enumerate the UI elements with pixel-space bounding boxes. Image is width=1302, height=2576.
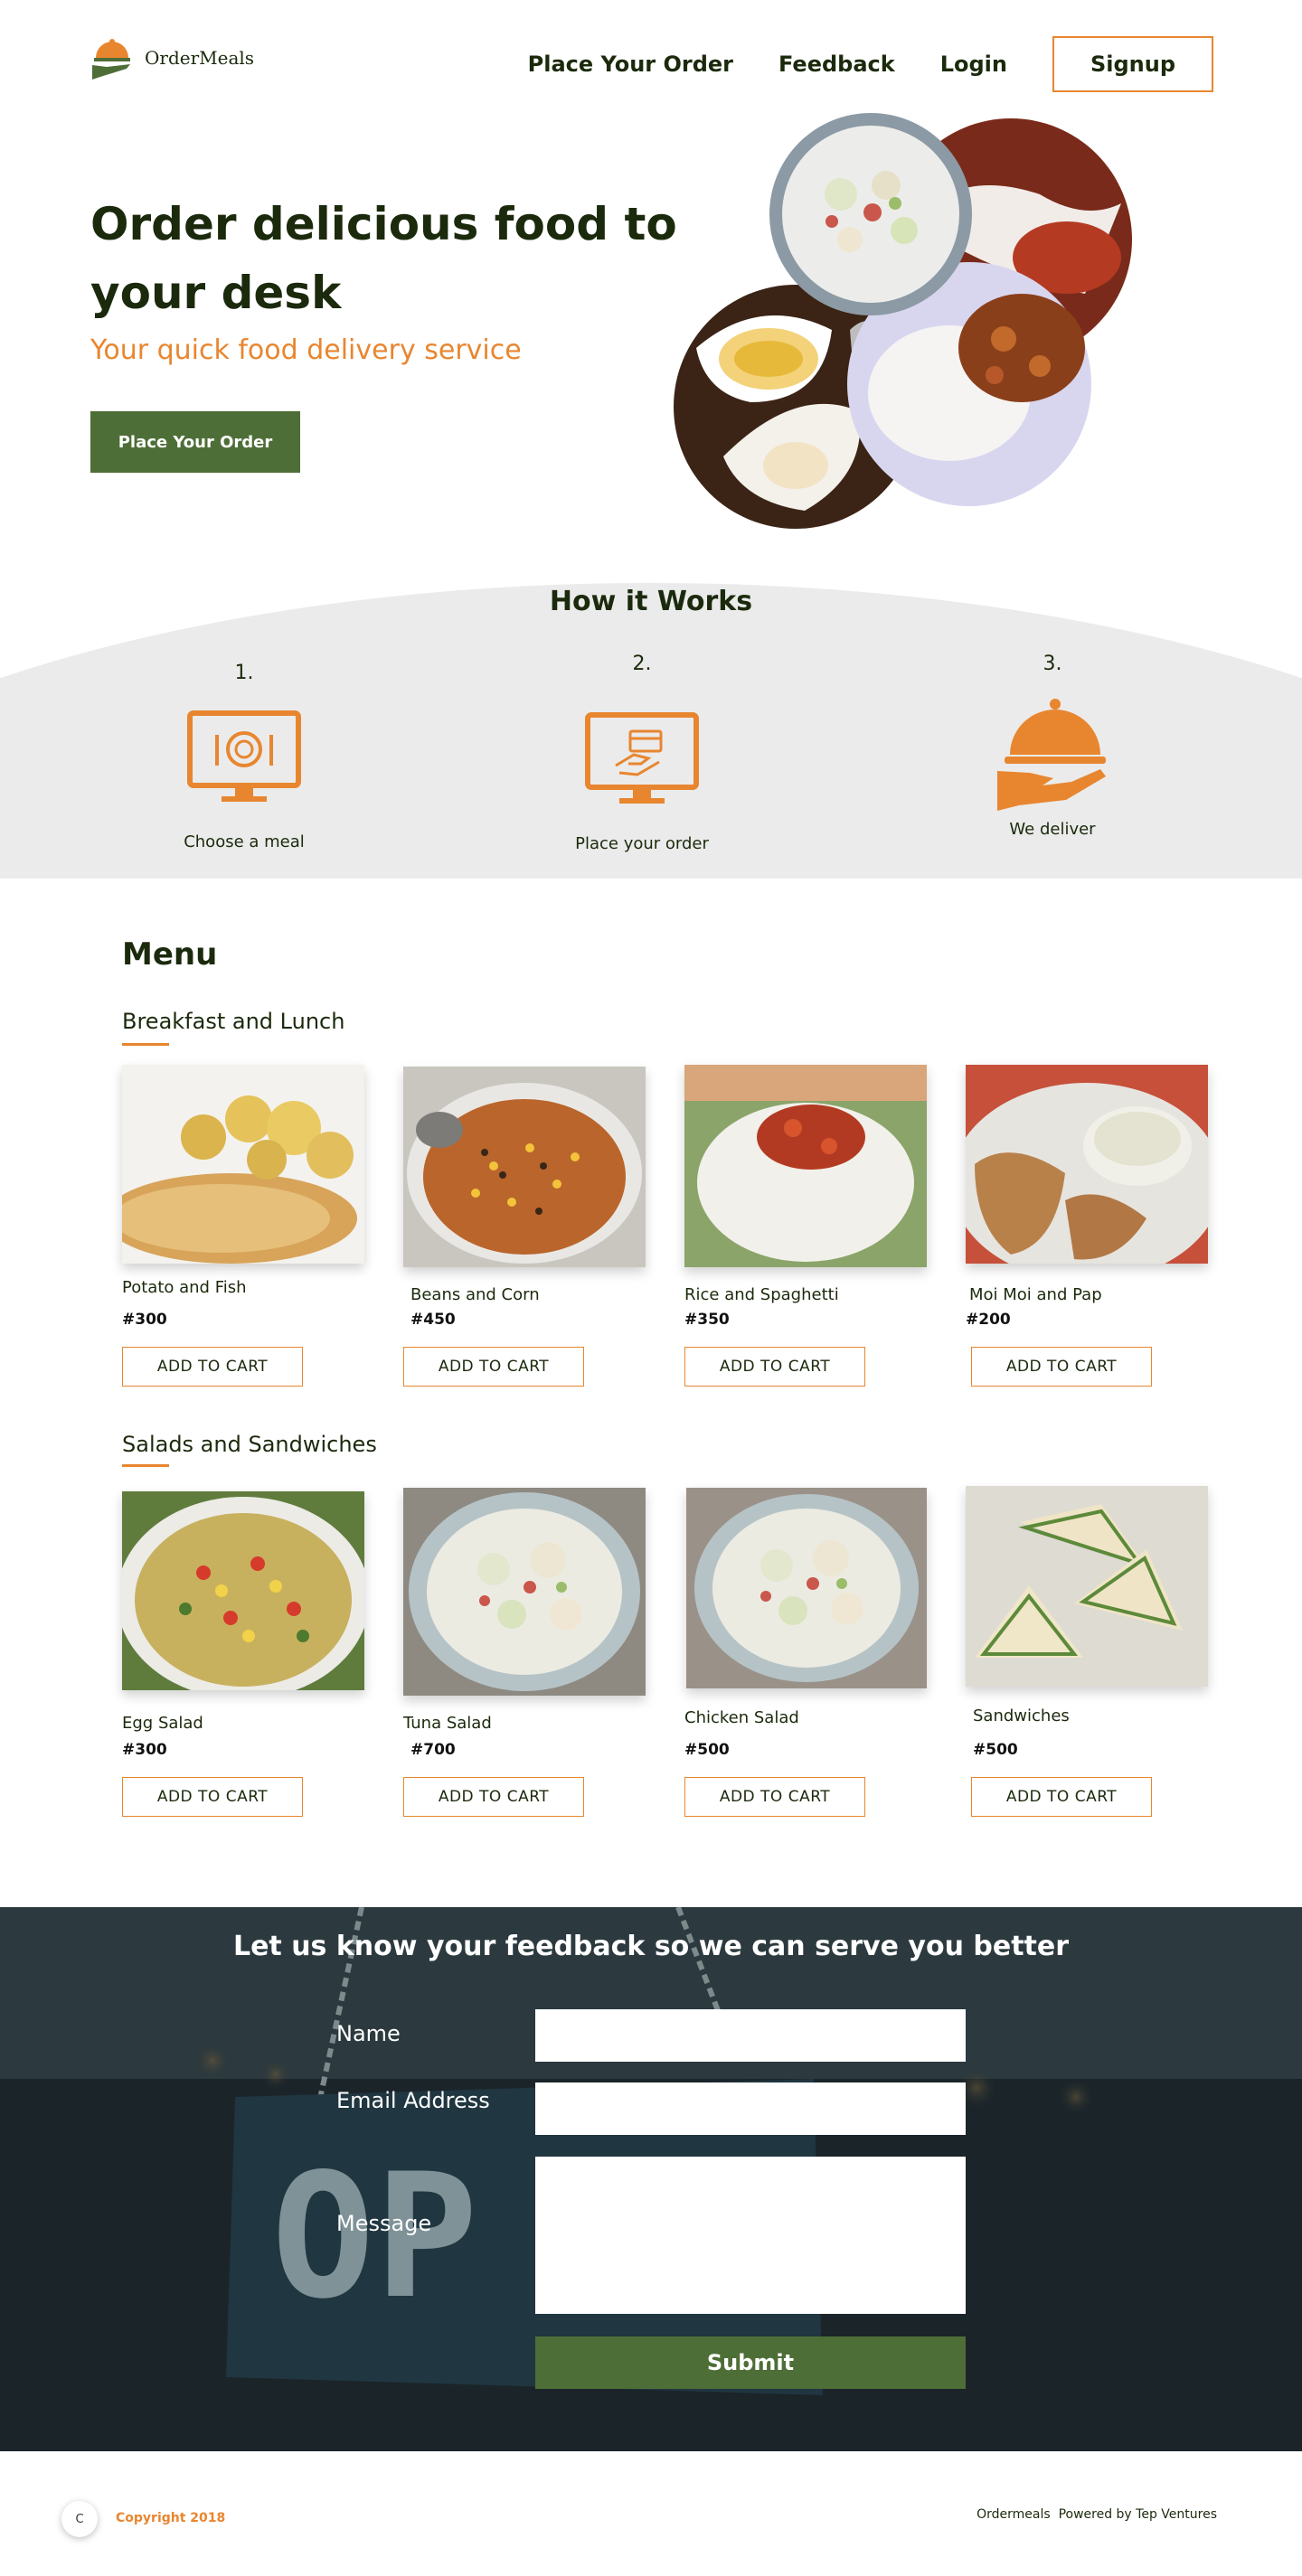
- step-number: 1.: [234, 662, 254, 684]
- hero-order-button[interactable]: Place Your Order: [90, 411, 300, 473]
- monitor-meal-icon: [187, 710, 301, 802]
- item-name: Tuna Salad: [403, 1714, 492, 1733]
- step-number: 3.: [1043, 653, 1062, 675]
- add-to-cart-button[interactable]: ADD TO CART: [403, 1777, 584, 1817]
- nav-place-order[interactable]: Place Your Order: [528, 52, 733, 77]
- add-to-cart-button[interactable]: ADD TO CART: [122, 1347, 303, 1387]
- menu-card: Beans and Corn #450 ADD TO CART: [403, 1067, 647, 1387]
- message-textarea[interactable]: [535, 2157, 966, 2314]
- feedback-section: OP Let us know your feedback so we can s…: [0, 1907, 1302, 2451]
- item-price: #200: [966, 1311, 1011, 1329]
- copyright-text: Copyright 2018: [116, 2511, 226, 2525]
- monitor-payment-icon: [585, 712, 699, 804]
- food-image-rice-spaghetti: [684, 1065, 927, 1267]
- cloche-logo-icon: [92, 39, 130, 80]
- menu-card: Tuna Salad #700 ADD TO CART: [403, 1488, 647, 1817]
- brand-logo[interactable]: OrderMeals: [90, 34, 254, 81]
- item-price: #300: [122, 1311, 167, 1329]
- top-nav: OrderMeals Place Your Order Feedback Log…: [0, 0, 1302, 127]
- credits-text: Ordermeals Powered by Tep Ventures: [976, 2507, 1217, 2522]
- nav-links: Place Your Order Feedback Login Signup: [528, 36, 1213, 92]
- nav-feedback[interactable]: Feedback: [778, 52, 895, 77]
- item-name: Egg Salad: [122, 1714, 203, 1733]
- hero-subtitle: Your quick food delivery service: [90, 334, 522, 366]
- food-image-beans-corn: [403, 1067, 646, 1267]
- item-price: #350: [684, 1311, 730, 1329]
- add-to-cart-button[interactable]: ADD TO CART: [403, 1347, 584, 1387]
- category-title-salads: Salads and Sandwiches: [122, 1432, 377, 1457]
- step-choose-meal: 1. Choose a meal: [127, 662, 362, 851]
- menu-card: Moi Moi and Pap #200 ADD TO CART: [951, 1065, 1222, 1387]
- item-price: #300: [122, 1741, 167, 1759]
- menu-card: Rice and Spaghetti #350 ADD TO CART: [684, 1065, 929, 1387]
- signup-button[interactable]: Signup: [1052, 36, 1213, 92]
- cookie-settings-button[interactable]: C: [61, 2501, 98, 2537]
- item-price: #500: [684, 1741, 730, 1759]
- step-label: We deliver: [1009, 820, 1096, 839]
- menu-card: Egg Salad #300 ADD TO CART: [117, 1491, 370, 1817]
- food-image-sandwiches: [966, 1486, 1208, 1687]
- message-label: Message: [336, 2211, 432, 2236]
- item-name: Moi Moi and Pap: [969, 1285, 1102, 1304]
- food-image-chicken-salad: [686, 1488, 927, 1688]
- item-name: Rice and Spaghetti: [684, 1285, 839, 1304]
- item-name: Beans and Corn: [410, 1285, 540, 1304]
- step-we-deliver: 3. We deliver: [935, 653, 1170, 839]
- category-underline: [122, 1464, 169, 1467]
- step-number: 2.: [632, 653, 652, 675]
- item-name: Chicken Salad: [684, 1708, 799, 1727]
- food-image-egg-salad: [117, 1491, 370, 1699]
- add-to-cart-button[interactable]: ADD TO CART: [122, 1777, 303, 1817]
- step-label: Place your order: [575, 834, 709, 853]
- menu-card: Chicken Salad #500 ADD TO CART: [684, 1488, 930, 1817]
- add-to-cart-button[interactable]: ADD TO CART: [971, 1777, 1152, 1817]
- item-price: #700: [410, 1741, 456, 1759]
- name-input[interactable]: [535, 2009, 966, 2062]
- add-to-cart-button[interactable]: ADD TO CART: [684, 1777, 865, 1817]
- how-it-works-section: How it Works 1. Choose a meal 2. Place y…: [0, 524, 1302, 879]
- menu-card: Sandwiches #500 ADD TO CART: [966, 1486, 1210, 1817]
- item-price: #450: [410, 1311, 456, 1329]
- footer: C Copyright 2018 Ordermeals Powered by T…: [0, 2451, 1302, 2576]
- feedback-title: Let us know your feedback so we can serv…: [232, 1931, 1070, 1962]
- item-name: Sandwiches: [973, 1706, 1070, 1725]
- category-underline: [122, 1043, 169, 1046]
- how-title: How it Works: [549, 586, 753, 617]
- email-input[interactable]: [535, 2082, 966, 2135]
- add-to-cart-button[interactable]: ADD TO CART: [971, 1347, 1152, 1387]
- category-title-breakfast: Breakfast and Lunch: [122, 1009, 345, 1034]
- nav-login[interactable]: Login: [940, 52, 1007, 77]
- add-to-cart-button[interactable]: ADD TO CART: [684, 1347, 865, 1387]
- svg-text:OP: OP: [271, 2137, 478, 2336]
- menu-title: Menu: [122, 936, 218, 973]
- menu-card: Potato and Fish #300 ADD TO CART: [104, 1065, 366, 1387]
- item-name: Potato and Fish: [122, 1278, 247, 1297]
- step-place-order: 2. Place your order: [524, 653, 760, 853]
- step-label: Choose a meal: [184, 832, 305, 851]
- food-image-tuna-salad: [403, 1488, 646, 1696]
- food-image-potato-fish: [104, 1065, 364, 1264]
- brand-name: OrderMeals: [145, 47, 255, 69]
- hero-food-image: [674, 113, 1132, 529]
- email-label: Email Address: [336, 2088, 490, 2113]
- cloche-hand-icon: [997, 699, 1106, 811]
- food-image-moi-moi-pap: [951, 1065, 1222, 1282]
- submit-button[interactable]: Submit: [535, 2336, 966, 2389]
- name-label: Name: [336, 2021, 401, 2046]
- item-price: #500: [973, 1741, 1018, 1759]
